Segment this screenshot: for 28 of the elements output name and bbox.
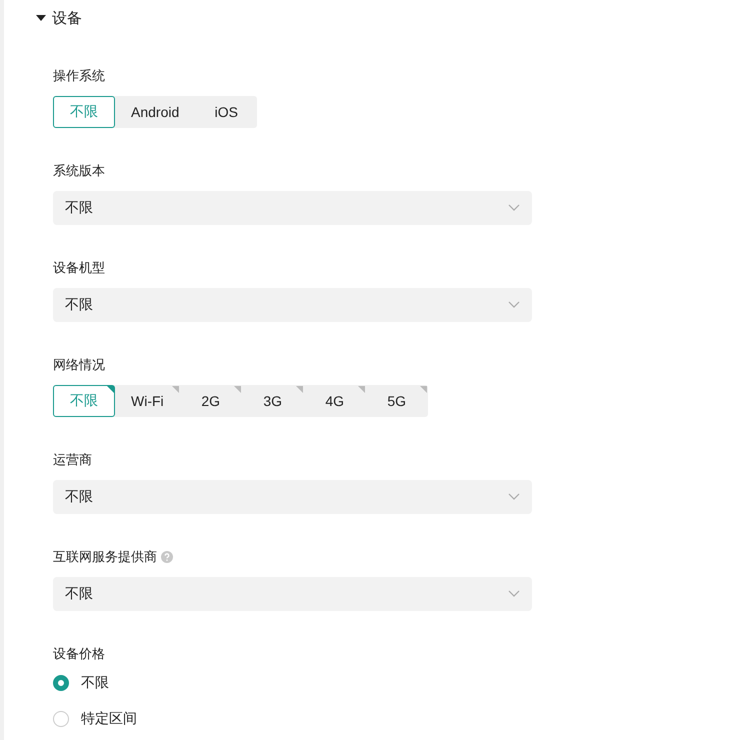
field-label: 操作系统 — [53, 67, 105, 85]
radio-option[interactable]: 不限 — [53, 674, 109, 692]
dropdown-select[interactable]: 不限 — [53, 191, 532, 225]
dropdown-select[interactable]: 不限 — [53, 577, 532, 611]
dropdown-select[interactable]: 不限 — [53, 288, 532, 322]
field-label: 系统版本 — [53, 162, 105, 180]
option-button[interactable]: Android — [115, 96, 196, 128]
option-button[interactable]: iOS — [195, 96, 258, 128]
option-button[interactable]: 2G — [180, 385, 242, 417]
field-label: 运营商 — [53, 451, 92, 469]
radio-icon[interactable] — [53, 711, 69, 727]
radio-option[interactable]: 特定区间 — [53, 710, 137, 728]
chevron-down-icon — [508, 590, 520, 598]
field-label: 互联网服务提供商 — [53, 548, 157, 566]
chevron-down-icon — [508, 493, 520, 501]
field-label: 网络情况 — [53, 356, 105, 374]
chevron-down-icon — [508, 204, 520, 212]
option-button[interactable]: Wi-Fi — [115, 385, 180, 417]
field-label: 设备机型 — [53, 259, 105, 277]
dropdown-select[interactable]: 不限 — [53, 480, 532, 514]
help-icon[interactable] — [161, 551, 173, 563]
field-label: 设备价格 — [53, 645, 105, 663]
radio-icon[interactable] — [53, 675, 69, 691]
option-button[interactable]: 3G — [242, 385, 304, 417]
section-header[interactable]: 设备 — [36, 6, 82, 30]
option-button[interactable]: 5G — [366, 385, 428, 417]
option-button[interactable]: 4G — [304, 385, 366, 417]
chevron-down-icon — [508, 301, 520, 309]
